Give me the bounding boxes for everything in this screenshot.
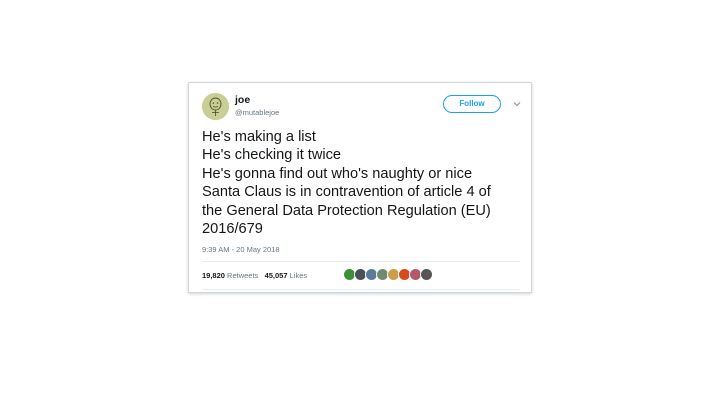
follow-button[interactable]: Follow [443,95,501,113]
tweet-line: He's making a list [202,129,316,145]
avatar-drawing-icon [202,93,229,120]
user-handle[interactable]: @mutablejoe [235,108,279,117]
tweet-text: He's making a list He's checking it twic… [202,128,524,238]
tweet-timestamp[interactable]: 9:39 AM - 20 May 2018 [202,245,280,254]
likes-stat[interactable]: 45,057 Likes [265,271,308,280]
tweet-line: 2016/679 [202,221,263,238]
tweet-line: Santa Claus is in contravention of artic… [202,184,491,201]
divider [202,261,520,262]
avatar[interactable] [202,93,229,120]
likes-label: Likes [289,271,308,280]
retweets-label: Retweets [227,271,259,280]
tweet-line: He's gonna find out who's naughty or nic… [202,165,473,182]
tweet-stats: 19,820 Retweets 45,057 Likes [202,271,307,280]
liker-avatar[interactable] [420,268,433,281]
tweet-line: He's checking it twice [202,147,342,164]
tweet-line: the General Data Protection Regulation (… [202,202,491,219]
retweets-count: 19,820 [202,271,225,280]
tweet-card: joe @mutablejoe Follow He's making a lis… [188,82,532,293]
divider [202,289,520,290]
chevron-down-icon[interactable] [512,99,522,109]
retweets-stat[interactable]: 19,820 Retweets [202,271,258,280]
likes-count: 45,057 [264,271,288,280]
display-name[interactable]: joe [235,94,250,106]
